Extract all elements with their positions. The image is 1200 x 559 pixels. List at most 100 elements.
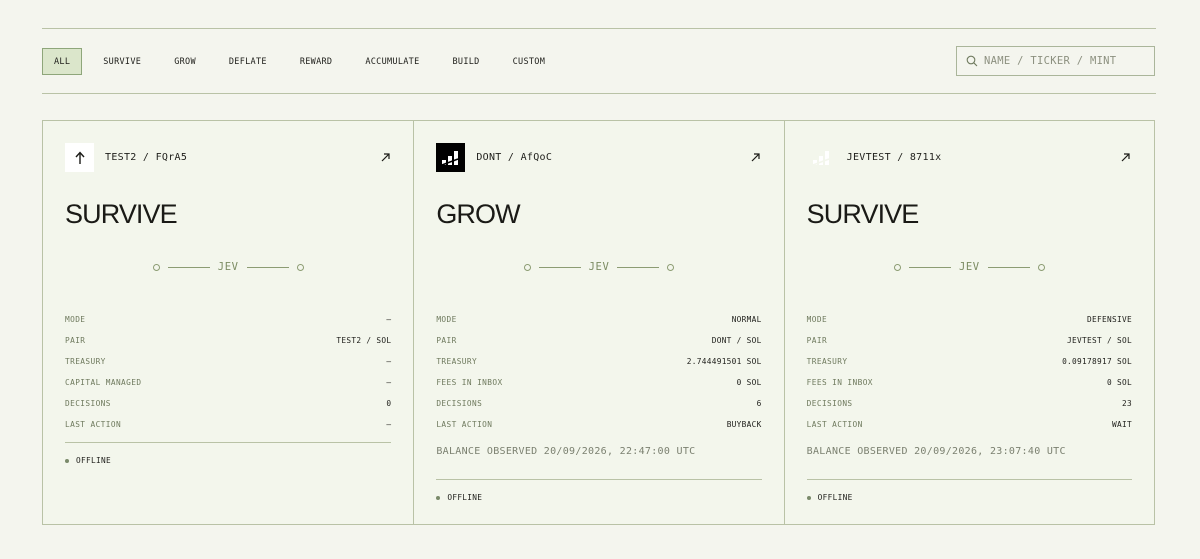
status-text: OFFLINE bbox=[447, 493, 483, 502]
stat-value: BUYBACK bbox=[726, 420, 762, 429]
token-card[interactable]: DONT / AfQoC GROW JEV MODE NORMAL PAIR DON… bbox=[413, 121, 784, 524]
token-card[interactable]: JEVTEST / 8711x SURVIVE JEV MODE DEFENSIV… bbox=[783, 121, 1154, 524]
stat-row: PAIR DONT / SOL bbox=[436, 330, 761, 351]
status-dot bbox=[806, 495, 811, 500]
stat-row: DECISIONS 6 bbox=[436, 393, 761, 414]
card-header: JEVTEST / 8711x bbox=[807, 143, 1132, 172]
stats-list: MODE — PAIR TEST2 / SOL TREASURY — CAPITAL … bbox=[65, 309, 391, 435]
stat-value: DONT / SOL bbox=[711, 336, 762, 345]
bar-logo-icon bbox=[442, 151, 459, 166]
stat-row: LAST ACTION BUYBACK bbox=[436, 414, 761, 435]
stat-row: MODE DEFENSIVE bbox=[807, 309, 1132, 330]
stat-label: TREASURY bbox=[436, 357, 478, 366]
stat-value: 2.744491501 SOL bbox=[686, 357, 762, 366]
search-icon bbox=[966, 55, 978, 67]
filter-deflate[interactable]: DEFLATE bbox=[217, 48, 279, 75]
stat-label: FEES IN INBOX bbox=[806, 378, 873, 387]
jev-divider: JEV bbox=[785, 261, 1154, 273]
stat-label: PAIR bbox=[436, 336, 457, 345]
status-dot bbox=[65, 458, 69, 463]
stat-label: FEES IN INBOX bbox=[436, 378, 503, 387]
filter-build[interactable]: BUILD bbox=[441, 48, 492, 75]
filter-all[interactable]: ALL bbox=[42, 48, 83, 75]
stat-label: MODE bbox=[436, 315, 457, 324]
stat-label: TREASURY bbox=[806, 357, 848, 366]
token-logo bbox=[436, 143, 466, 172]
external-link-icon[interactable] bbox=[379, 152, 391, 164]
search-box[interactable] bbox=[956, 46, 1155, 76]
stat-value: DEFENSIVE bbox=[1087, 315, 1132, 324]
stat-value: — bbox=[386, 315, 392, 324]
search-input[interactable] bbox=[984, 55, 1144, 67]
card-separator bbox=[436, 479, 762, 480]
card-separator bbox=[806, 479, 1132, 480]
top-rule bbox=[42, 28, 1156, 29]
jev-divider: JEV bbox=[414, 261, 783, 273]
strategy-title: SURVIVE bbox=[806, 199, 920, 229]
stat-row: FEES IN INBOX 0 SOL bbox=[807, 372, 1132, 393]
stats-list: MODE DEFENSIVE PAIR JEVTEST / SOL TREASURY… bbox=[807, 309, 1132, 435]
token-card[interactable]: TEST2 / FQrA5 SURVIVE JEV MODE — PAIR TEST… bbox=[43, 121, 414, 524]
stat-label: PAIR bbox=[65, 336, 86, 345]
stat-row: LAST ACTION WAIT bbox=[807, 414, 1132, 435]
status-indicator: OFFLINE bbox=[65, 456, 111, 465]
balance-observed-text: BALANCE OBSERVED 20/09/2026, 22:47:00 UT… bbox=[436, 446, 696, 457]
status-text: OFFLINE bbox=[76, 456, 111, 465]
stat-value: JEVTEST / SOL bbox=[1067, 336, 1132, 345]
filter-grow[interactable]: GROW bbox=[162, 48, 208, 75]
status-indicator: OFFLINE bbox=[806, 493, 853, 502]
strategy-title: GROW bbox=[436, 199, 520, 229]
stat-label: LAST ACTION bbox=[806, 420, 863, 429]
filter-accumulate[interactable]: ACCUMULATE bbox=[353, 48, 431, 75]
token-logo bbox=[65, 143, 94, 172]
strategy-title: SURVIVE bbox=[65, 199, 178, 229]
stat-row: DECISIONS 0 bbox=[65, 393, 391, 414]
stat-row: TREASURY 2.744491501 SOL bbox=[436, 351, 761, 372]
token-logo bbox=[807, 143, 836, 172]
divider-label: JEV bbox=[588, 261, 610, 273]
stat-row: MODE NORMAL bbox=[436, 309, 761, 330]
divider-label: JEV bbox=[217, 261, 239, 273]
stat-row: PAIR TEST2 / SOL bbox=[65, 330, 391, 351]
stat-label: LAST ACTION bbox=[65, 420, 122, 429]
status-indicator: OFFLINE bbox=[436, 493, 482, 502]
stat-value: 0.09178917 SOL bbox=[1062, 357, 1132, 366]
stat-label: MODE bbox=[65, 315, 86, 324]
stat-label: MODE bbox=[806, 315, 828, 324]
stat-value: 0 bbox=[386, 399, 392, 408]
stat-value: 0 SOL bbox=[736, 378, 762, 387]
filter-custom[interactable]: CUSTOM bbox=[501, 48, 558, 75]
stat-label: TREASURY bbox=[65, 357, 106, 366]
stats-list: MODE NORMAL PAIR DONT / SOL TREASURY 2.7444… bbox=[436, 309, 761, 435]
stat-label: PAIR bbox=[806, 336, 828, 345]
stat-value: TEST2 / SOL bbox=[336, 336, 392, 345]
token-ticker: JEVTEST / 8711x bbox=[846, 152, 942, 163]
stat-row: FEES IN INBOX 0 SOL bbox=[436, 372, 761, 393]
token-ticker: TEST2 / FQrA5 bbox=[105, 152, 188, 163]
external-link-icon[interactable] bbox=[750, 152, 762, 164]
card-header: DONT / AfQoC bbox=[436, 143, 761, 172]
arrow-up-icon bbox=[74, 150, 85, 164]
stat-label: DECISIONS bbox=[436, 399, 483, 408]
stat-row: DECISIONS 23 bbox=[807, 393, 1132, 414]
stat-label: CAPITAL MANAGED bbox=[65, 378, 142, 387]
filter-rule bbox=[42, 93, 1156, 94]
status-text: OFFLINE bbox=[817, 493, 853, 502]
filter-reward[interactable]: REWARD bbox=[288, 48, 345, 75]
stat-row: CAPITAL MANAGED — bbox=[65, 372, 391, 393]
stat-value: — bbox=[386, 357, 392, 366]
divider-label: JEV bbox=[958, 261, 980, 273]
stat-value: — bbox=[386, 378, 392, 387]
stat-row: LAST ACTION — bbox=[65, 414, 391, 435]
stat-label: DECISIONS bbox=[806, 399, 853, 408]
balance-observed-text: BALANCE OBSERVED 20/09/2026, 23:07:40 UT… bbox=[806, 446, 1066, 457]
status-dot bbox=[436, 495, 441, 500]
stat-value: NORMAL bbox=[731, 315, 762, 324]
external-link-icon[interactable] bbox=[1120, 152, 1132, 164]
card-separator bbox=[65, 442, 392, 443]
stat-value: 6 bbox=[756, 399, 762, 408]
stat-label: DECISIONS bbox=[65, 399, 111, 408]
stat-value: — bbox=[386, 420, 392, 429]
filter-survive[interactable]: SURVIVE bbox=[91, 48, 153, 75]
stat-value: 23 bbox=[1121, 399, 1132, 408]
